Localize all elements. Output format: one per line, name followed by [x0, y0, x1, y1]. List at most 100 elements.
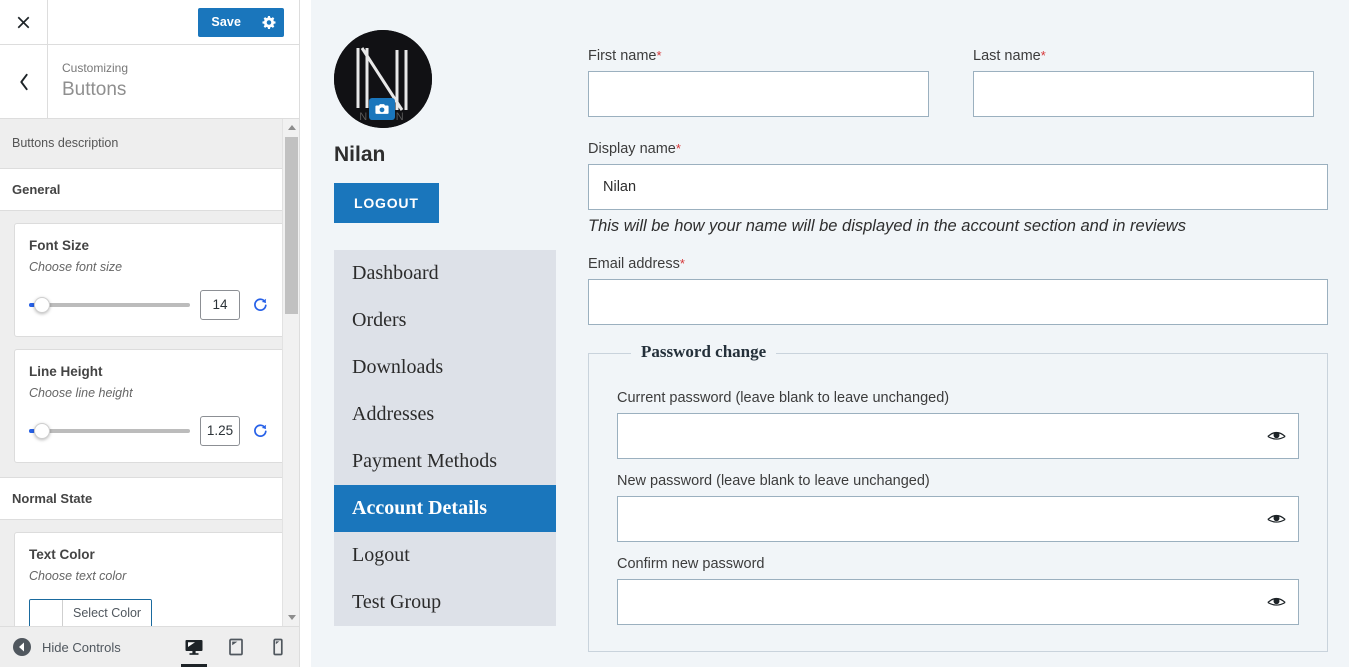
password-change-legend: Password change — [631, 342, 777, 362]
section-normal-state[interactable]: Normal State — [0, 476, 299, 520]
save-button[interactable]: Save — [198, 8, 254, 37]
logout-button[interactable]: LOGOUT — [334, 183, 439, 223]
panel-parent-label: Customizing — [62, 61, 129, 76]
customizer-panel: Save Customizing Buttons Buttons descrip… — [0, 0, 300, 667]
current-password-label: Current password (leave blank to leave u… — [617, 390, 950, 406]
mobile-icon[interactable] — [257, 627, 299, 667]
hide-controls-button[interactable]: Hide Controls — [0, 637, 173, 657]
current-password-field: Current password (leave blank to leave u… — [617, 390, 1299, 459]
customizer-footer: Hide Controls — [0, 626, 299, 667]
eye-icon[interactable] — [1266, 509, 1286, 529]
name-row: First name* Last name* — [588, 48, 1328, 117]
slider-handle[interactable] — [34, 296, 50, 313]
nav-item-test-group[interactable]: Test Group — [334, 579, 556, 626]
confirm-password-label: Confirm new password — [617, 556, 765, 572]
email-input[interactable] — [588, 279, 1328, 325]
collapse-icon — [12, 637, 32, 657]
first-name-input[interactable] — [588, 71, 929, 117]
current-password-input-wrap — [617, 413, 1299, 459]
slider-track — [29, 302, 190, 307]
customizer-controls-body: Buttons description General Font Size Ch… — [0, 119, 299, 626]
first-name-label: First name* — [588, 48, 929, 64]
scroll-down-arrow-icon[interactable] — [283, 609, 300, 626]
nav-item-payment-methods[interactable]: Payment Methods — [334, 438, 556, 485]
camera-icon[interactable] — [369, 98, 395, 120]
control-text-color: Text Color Choose text color Select Colo… — [14, 531, 285, 626]
nav-item-addresses[interactable]: Addresses — [334, 391, 556, 438]
new-password-field: New password (leave blank to leave uncha… — [617, 473, 1299, 542]
last-name-label-text: Last name — [973, 48, 1041, 64]
account-sidebar: NILAN Nilan LOGOUT Dashboard Orders Down… — [334, 30, 556, 626]
confirm-password-input-wrap — [617, 579, 1299, 625]
last-name-label: Last name* — [973, 48, 1314, 64]
device-preview-switcher — [173, 627, 299, 667]
control-font-size: Font Size Choose font size 14 — [14, 222, 285, 337]
new-password-input[interactable] — [617, 496, 1299, 542]
first-name-field: First name* — [588, 48, 929, 117]
new-password-input-wrap — [617, 496, 1299, 542]
eye-icon[interactable] — [1266, 592, 1286, 612]
new-password-label: New password (leave blank to leave uncha… — [617, 473, 930, 489]
customizer-screen: Save Customizing Buttons Buttons descrip… — [0, 0, 1349, 667]
font-size-slider[interactable] — [29, 296, 190, 314]
color-row: Select Color — [29, 598, 270, 626]
slider-handle[interactable] — [34, 422, 50, 439]
required-marker: * — [675, 141, 681, 156]
select-color-button[interactable]: Select Color — [29, 598, 153, 626]
control-title: Text Color — [29, 546, 95, 562]
display-name-label: Display name* — [588, 141, 1328, 157]
line-height-input[interactable]: 1.25 — [200, 415, 240, 446]
panel-header: Customizing Buttons — [0, 45, 299, 119]
nav-item-orders[interactable]: Orders — [334, 297, 556, 344]
slider-row: 1.25 — [29, 415, 270, 446]
slider-track — [29, 428, 190, 433]
control-description: Choose text color — [29, 568, 127, 583]
scroll-up-arrow-icon[interactable] — [283, 119, 300, 136]
control-title: Line Height — [29, 363, 103, 379]
chevron-left-icon[interactable] — [0, 45, 48, 118]
nav-item-dashboard[interactable]: Dashboard — [334, 250, 556, 297]
current-password-input[interactable] — [617, 413, 1299, 459]
scrollbar-thumb[interactable] — [285, 137, 298, 314]
desktop-icon[interactable] — [173, 627, 215, 667]
color-swatch — [30, 599, 63, 626]
email-label: Email address* — [588, 256, 1328, 272]
customizer-scrollbar[interactable] — [282, 119, 299, 626]
slider-row: 14 — [29, 289, 270, 320]
customizer-topbar: Save — [0, 0, 299, 45]
confirm-password-input[interactable] — [617, 579, 1299, 625]
panel-title: Buttons — [62, 79, 127, 101]
last-name-input[interactable] — [973, 71, 1314, 117]
nav-item-account-details[interactable]: Account Details — [334, 485, 556, 532]
hide-controls-label: Hide Controls — [42, 639, 121, 655]
password-change-fieldset: Password change Current password (leave … — [588, 342, 1328, 652]
display-name-label-text: Display name — [588, 141, 676, 157]
panel-title-wrap: Customizing Buttons — [48, 45, 299, 118]
nav-item-logout[interactable]: Logout — [334, 532, 556, 579]
account-nav: Dashboard Orders Downloads Addresses Pay… — [334, 250, 556, 626]
save-button-group: Save — [198, 7, 284, 37]
select-color-label: Select Color — [63, 599, 152, 626]
avatar[interactable]: NILAN — [334, 30, 432, 128]
line-height-slider[interactable] — [29, 422, 190, 440]
nav-item-downloads[interactable]: Downloads — [334, 344, 556, 391]
control-line-height: Line Height Choose line height 1.25 — [14, 348, 285, 463]
tablet-icon[interactable] — [215, 627, 257, 667]
first-name-label-text: First name — [588, 48, 657, 64]
email-label-text: Email address — [588, 256, 680, 272]
display-name-hint: This will be how your name will be displ… — [588, 217, 1186, 235]
required-marker: * — [1040, 48, 1046, 63]
section-general[interactable]: General — [0, 167, 299, 211]
gear-icon[interactable] — [254, 8, 284, 37]
reset-icon[interactable] — [250, 295, 270, 315]
email-field: Email address* — [588, 256, 1328, 325]
font-size-input[interactable]: 14 — [200, 289, 240, 320]
account-details-form: First name* Last name* Display name* Nil… — [588, 48, 1328, 652]
account-display-name: Nilan — [334, 143, 386, 166]
display-name-input[interactable]: Nilan — [588, 164, 1328, 210]
reset-icon[interactable] — [250, 421, 270, 441]
close-icon[interactable] — [0, 0, 48, 45]
eye-icon[interactable] — [1266, 426, 1286, 446]
control-title: Font Size — [29, 237, 89, 253]
required-marker: * — [679, 256, 685, 271]
